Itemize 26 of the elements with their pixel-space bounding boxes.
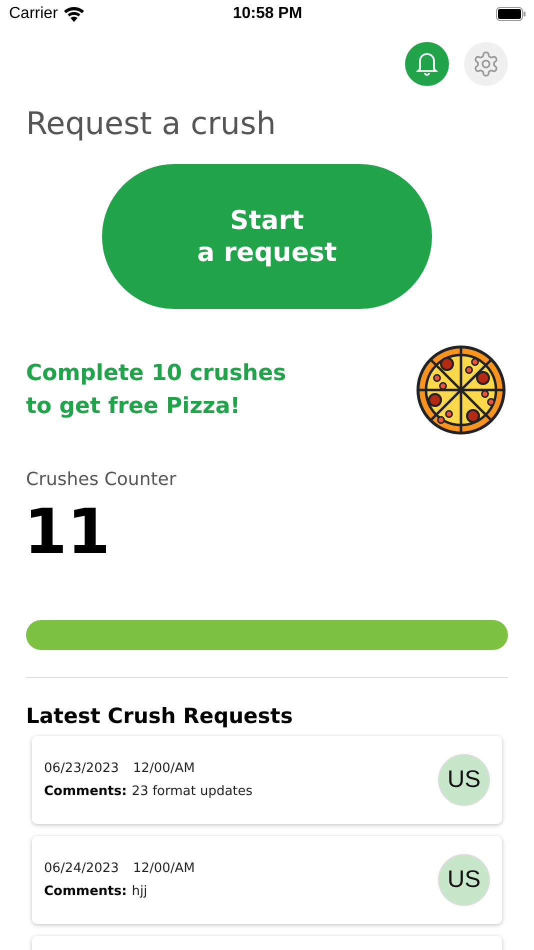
comments-text: 23 format updates xyxy=(132,784,253,799)
bell-icon xyxy=(415,51,439,77)
request-card[interactable]: 06/23/2023 12/00/AM Comments: 23 format updates US xyxy=(32,736,502,824)
page-title: Request a crush xyxy=(26,106,277,142)
battery-icon xyxy=(496,7,526,21)
comments-text: hjj xyxy=(132,884,148,899)
request-time: 12/00/AM xyxy=(132,861,195,876)
pizza-icon xyxy=(416,345,506,435)
promo-text: Complete 10 crushes to get free Pizza! xyxy=(26,360,286,421)
request-date: 06/24/2023 xyxy=(44,861,119,876)
wifi-icon xyxy=(64,6,84,22)
request-card[interactable]: 06/24/2023 12/00/AM Comments: hjj US xyxy=(32,836,502,924)
comments-label: Comments: xyxy=(44,884,127,899)
status-time: 10:58 PM xyxy=(232,5,302,23)
user-avatar: US xyxy=(438,854,490,906)
counter-label: Crushes Counter xyxy=(26,469,178,490)
settings-icon xyxy=(472,50,500,78)
section-heading: Latest Crush Requests xyxy=(26,704,294,728)
counter-value: 11 xyxy=(24,494,112,570)
carrier-label: Carrier xyxy=(9,5,58,23)
request-time: 12/00/AM xyxy=(132,761,195,776)
settings-button[interactable] xyxy=(464,42,508,86)
comments-label: Comments: xyxy=(44,784,127,799)
notifications-button[interactable] xyxy=(405,42,449,86)
request-date: 06/23/2023 xyxy=(44,761,119,776)
user-avatar: US xyxy=(438,754,490,806)
